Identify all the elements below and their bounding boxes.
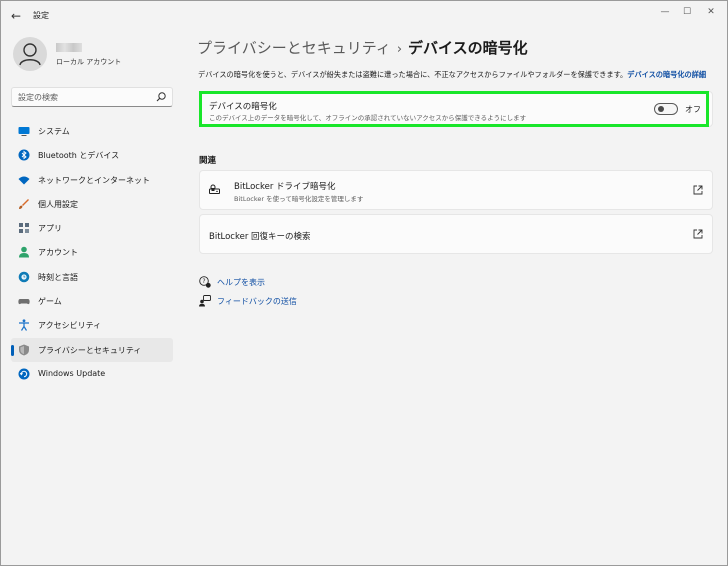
- close-icon: ✕: [707, 7, 715, 17]
- learn-more-link[interactable]: デバイスの暗号化の詳細: [627, 70, 706, 79]
- svg-text:?: ?: [202, 278, 205, 285]
- update-icon: [18, 368, 30, 380]
- sidebar-item-personalization[interactable]: 個人用設定: [11, 192, 173, 216]
- help-icon: ?: [199, 276, 211, 288]
- gamepad-icon: [18, 299, 30, 305]
- minimize-icon: —: [660, 7, 670, 17]
- monitor-icon: [18, 127, 30, 136]
- toggle-knob: [658, 106, 664, 112]
- app-title: 設定: [33, 11, 49, 20]
- shield-icon: [19, 344, 29, 356]
- toggle-state-label: オフ: [685, 105, 701, 114]
- get-help-link[interactable]: ? ヘルプを表示: [199, 276, 319, 290]
- arrow-left-icon: ←: [10, 9, 22, 23]
- external-link-icon: [693, 185, 703, 195]
- sidebar-item-accessibility[interactable]: アクセシビリティ: [11, 313, 173, 337]
- page-title: デバイスの暗号化: [408, 39, 528, 57]
- globe-clock-icon: [18, 271, 30, 283]
- card-title: デバイスの暗号化: [209, 102, 277, 112]
- sidebar-item-windows-update[interactable]: Windows Update: [11, 362, 173, 386]
- accessibility-icon: [19, 319, 29, 332]
- sidebar-item-network[interactable]: ネットワークとインターネット: [11, 168, 173, 192]
- related-section-title: 関連: [199, 156, 217, 166]
- search-input[interactable]: [18, 91, 150, 104]
- device-encryption-toggle[interactable]: [654, 103, 678, 115]
- close-button[interactable]: ✕: [701, 5, 721, 19]
- breadcrumb: プライバシーとセキュリティ › デバイスの暗号化: [197, 37, 528, 58]
- breadcrumb-parent[interactable]: プライバシーとセキュリティ: [197, 39, 391, 57]
- settings-window: ← 設定 — ☐ ✕ ローカル アカウント 設定の検索 システム Bluetoo…: [0, 0, 728, 566]
- card-subtitle: このデバイス上のデータを暗号化して、オフラインの承認されていないアクセスから保護…: [209, 114, 527, 122]
- device-encryption-card: デバイスの暗号化 このデバイス上のデータを暗号化して、オフラインの承認されていな…: [199, 91, 713, 127]
- title-bar: ← 設定 — ☐ ✕: [1, 1, 727, 31]
- sidebar-item-system[interactable]: システム: [11, 119, 173, 143]
- sidebar-item-accounts[interactable]: アカウント: [11, 240, 173, 264]
- sidebar-item-apps[interactable]: アプリ: [11, 216, 173, 240]
- bitlocker-card[interactable]: BitLocker ドライブ暗号化 BitLocker を使って暗号化設定を管理…: [199, 170, 713, 210]
- avatar[interactable]: [13, 37, 47, 71]
- maximize-icon: ☐: [682, 7, 692, 17]
- sidebar-item-time-language[interactable]: 時刻と言語: [11, 265, 173, 289]
- drive-lock-icon: [209, 184, 220, 194]
- brush-icon: [19, 198, 29, 209]
- bitlocker-recovery-card[interactable]: BitLocker 回復キーの検索: [199, 214, 713, 254]
- sidebar-item-privacy-security[interactable]: プライバシーとセキュリティ: [11, 337, 173, 362]
- person-icon: [19, 247, 29, 258]
- page-description: デバイスの暗号化を使うと、デバイスが紛失または盗難に遭った場合に、不正なアクセス…: [198, 70, 707, 79]
- sidebar-nav: システム Bluetooth とデバイス ネットワークとインターネット 個人用設…: [11, 119, 173, 386]
- search-box[interactable]: [11, 87, 173, 107]
- account-type: ローカル アカウント: [56, 58, 122, 66]
- feedback-icon: [199, 295, 211, 307]
- user-name-blurred: [56, 43, 82, 52]
- sidebar-item-bluetooth[interactable]: Bluetooth とデバイス: [11, 143, 173, 167]
- maximize-button[interactable]: ☐: [677, 5, 697, 19]
- person-icon: [19, 43, 41, 66]
- external-link-icon: [693, 229, 703, 239]
- back-button[interactable]: ←: [7, 7, 25, 25]
- sidebar-item-gaming[interactable]: ゲーム: [11, 289, 173, 313]
- card-title: BitLocker 回復キーの検索: [209, 232, 311, 242]
- chevron-right-icon: ›: [396, 42, 403, 57]
- bluetooth-icon: [18, 149, 30, 161]
- send-feedback-link[interactable]: フィードバックの送信: [199, 295, 319, 309]
- search-icon: [156, 92, 166, 102]
- wifi-icon: [18, 176, 30, 185]
- card-title: BitLocker ドライブ暗号化: [234, 182, 336, 192]
- apps-icon: [19, 223, 29, 234]
- card-subtitle: BitLocker を使って暗号化設定を管理します: [234, 195, 364, 203]
- minimize-button[interactable]: —: [655, 5, 675, 19]
- active-indicator: [11, 344, 14, 356]
